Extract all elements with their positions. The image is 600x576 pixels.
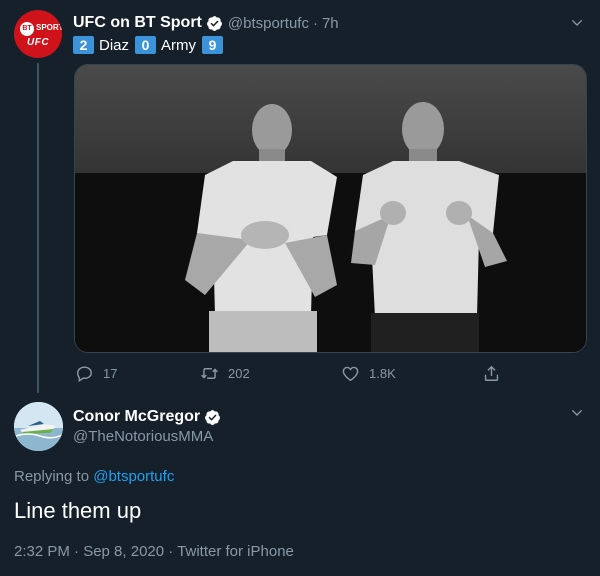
verified-badge-icon: [205, 409, 221, 425]
display-name[interactable]: Conor McGregor: [73, 408, 200, 426]
score-name-left: Diaz: [99, 36, 130, 54]
chevron-down-icon[interactable]: [569, 405, 585, 421]
separator: ·: [312, 14, 318, 32]
tweet-photo[interactable]: [74, 64, 587, 353]
tweet-header: UFC on BT Sport @btsportufc · 7h: [73, 12, 339, 34]
bt-sport-label: SPORT: [36, 23, 62, 32]
reply-action[interactable]: 17: [75, 362, 117, 384]
share-icon: [484, 365, 499, 381]
score-emoji-right: 9: [202, 36, 224, 54]
avatar[interactable]: [14, 402, 63, 451]
avatar-boat-image: [14, 402, 63, 451]
score-name-right: Army: [161, 36, 197, 54]
retweet-count: 202: [228, 365, 250, 381]
handle[interactable]: @TheNotoriousMMA: [73, 428, 213, 445]
retweet-action[interactable]: 202: [200, 362, 250, 384]
chevron-down-icon[interactable]: [569, 15, 585, 31]
ufc-logo-text: UFC: [27, 37, 50, 48]
photo-two-fighters: [75, 65, 586, 352]
scoreline: 2 Diaz 0 Army 9: [73, 35, 224, 55]
reply-header: Conor McGregor: [73, 406, 221, 428]
replying-to-label: Replying to: [14, 468, 90, 485]
replying-to-handle[interactable]: @btsportufc: [93, 468, 174, 485]
replying-to-line: Replying to @btsportufc: [14, 468, 174, 485]
display-name[interactable]: UFC on BT Sport: [73, 14, 202, 32]
tweet-timestamp[interactable]: 2:32 PM · Sep 8, 2020 · Twitter for iPho…: [14, 543, 294, 560]
tweet-time[interactable]: 7h: [322, 15, 339, 32]
like-count: 1.8K: [369, 365, 396, 381]
score-emoji-mid: 0: [135, 36, 157, 54]
bt-logo-badge: BT: [20, 22, 34, 36]
reply-count: 17: [103, 365, 118, 381]
avatar[interactable]: BT SPORT UFC: [14, 10, 62, 58]
verified-badge-icon: [206, 15, 222, 31]
score-emoji-left: 2: [73, 36, 94, 54]
thread-connector-line: [37, 63, 39, 393]
reply-icon: [77, 365, 92, 382]
heart-icon: [342, 366, 359, 381]
like-action[interactable]: 1.8K: [341, 362, 396, 384]
handle[interactable]: @btsportufc: [228, 15, 309, 32]
tweet-text: Line them up: [14, 498, 142, 523]
share-action[interactable]: [482, 362, 501, 384]
retweet-icon: [201, 367, 218, 379]
